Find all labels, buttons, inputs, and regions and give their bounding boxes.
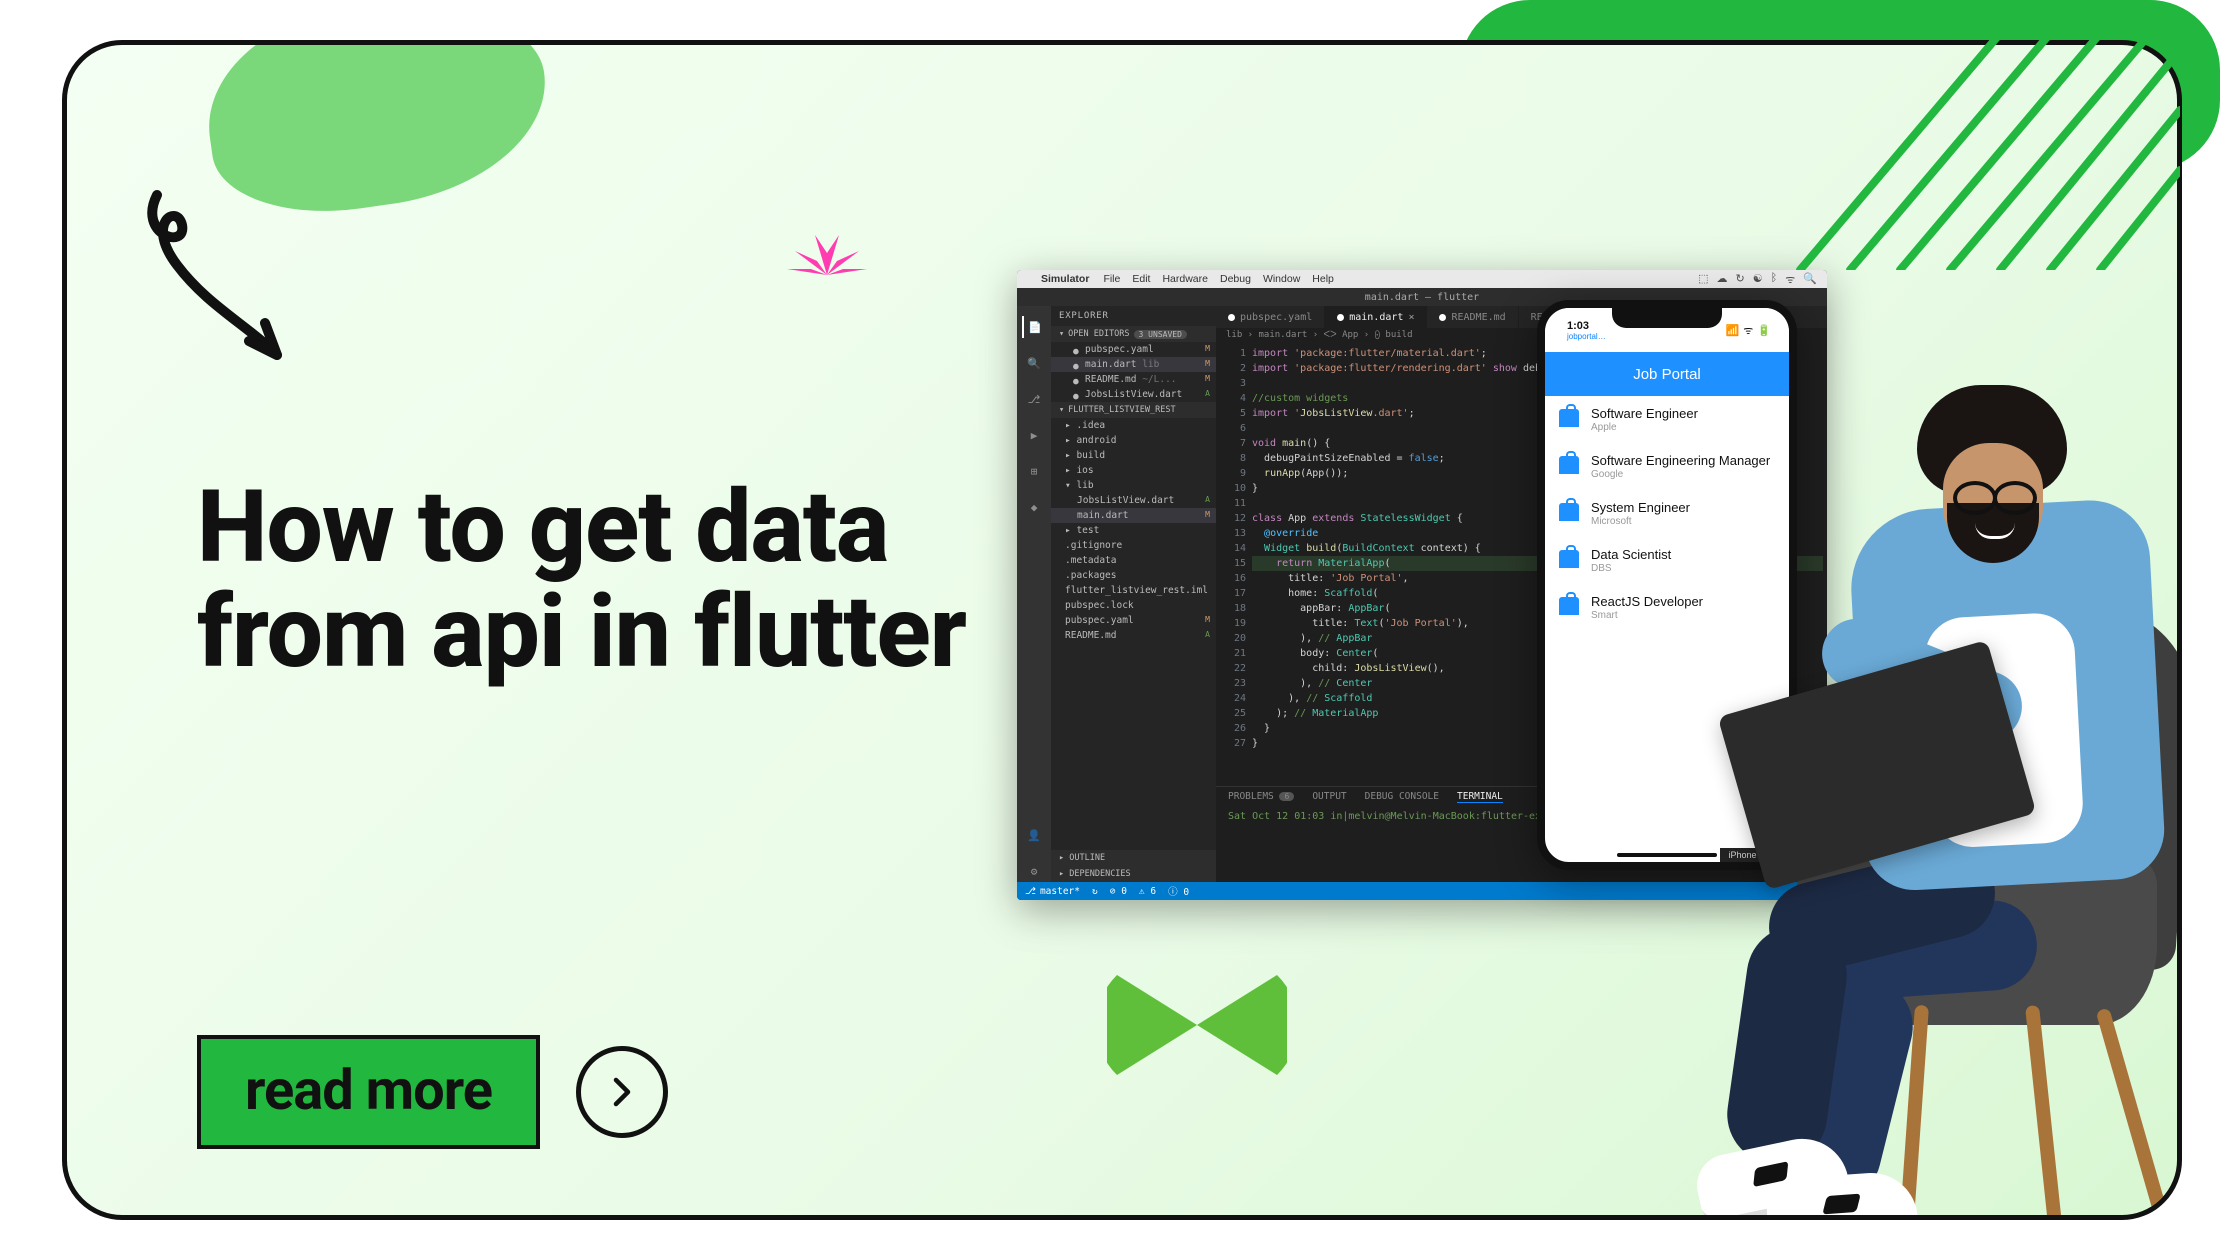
person-illustration	[1607, 345, 2182, 1220]
outline-section[interactable]: ▸ OUTLINE	[1051, 850, 1216, 866]
menu-item[interactable]: Window	[1263, 273, 1300, 285]
debug-icon[interactable]: ▶	[1023, 424, 1045, 446]
settings-gear-icon[interactable]: ⚙	[1023, 860, 1045, 882]
tree-item[interactable]: main.dart	[1051, 508, 1216, 523]
source-control-icon[interactable]: ⎇	[1023, 388, 1045, 410]
error-count[interactable]: ⊘ 0	[1110, 886, 1127, 897]
project-header[interactable]: ▾FLUTTER_LISTVIEW_REST	[1051, 402, 1216, 418]
tree-item[interactable]: ▸ test	[1051, 523, 1216, 538]
signal-icon: 📶	[1726, 324, 1740, 337]
open-editor-item[interactable]: ●README.md ~/L...	[1051, 372, 1216, 387]
mac-menubar: Simulator File Edit Hardware Debug Window Hel…	[1017, 270, 1827, 288]
open-editors-list: ●pubspec.yaml●main.dart lib●README.md ~/…	[1051, 342, 1216, 402]
warning-count[interactable]: ⚠ 6	[1139, 886, 1156, 897]
tree-item[interactable]: JobsListView.dart	[1051, 493, 1216, 508]
hero-card: How to get data from api in flutter read…	[62, 40, 2182, 1220]
unsaved-badge: 3 UNSAVED	[1134, 330, 1187, 339]
phone-status-icons: 📶 ᯤ 🔋	[1726, 323, 1771, 338]
editor-tab[interactable]: main.dart×	[1325, 306, 1427, 328]
tree-item[interactable]: .gitignore	[1051, 538, 1216, 553]
dropbox-icon: ⬚	[1698, 272, 1708, 287]
briefcase-icon	[1559, 503, 1579, 521]
git-branch[interactable]: ⎇ master*	[1025, 886, 1080, 897]
phone-carrier: jobportal…	[1567, 332, 1606, 341]
tree-item[interactable]: flutter_listview_rest.iml	[1051, 583, 1216, 598]
menubar-status-icons: ⬚ ☁ ↻ ☯ ᛒ ᯤ 🔍	[1698, 272, 1817, 287]
curly-arrow-icon	[127, 175, 307, 375]
tree-item[interactable]: pubspec.lock	[1051, 598, 1216, 613]
menu-item[interactable]: File	[1103, 273, 1120, 285]
stage: How to get data from api in flutter read…	[0, 0, 2240, 1260]
hero-title-block: How to get data from api in flutter	[197, 475, 1017, 685]
bowtie-decoration	[1107, 965, 1287, 1085]
terminal-tab[interactable]: PROBLEMS 6	[1228, 791, 1294, 803]
file-tree: ▸ .idea▸ android▸ build▸ ios▾ libJobsLis…	[1051, 418, 1216, 850]
menu-item[interactable]: Help	[1312, 273, 1334, 285]
wifi-icon: ᯤ	[1743, 323, 1753, 338]
terminal-tab[interactable]: OUTPUT	[1312, 791, 1346, 803]
tree-item[interactable]: .metadata	[1051, 553, 1216, 568]
dependencies-section[interactable]: ▸ DEPENDENCIES	[1051, 866, 1216, 882]
tree-item[interactable]: ▾ lib	[1051, 478, 1216, 493]
tree-item[interactable]: .packages	[1051, 568, 1216, 583]
activity-bar: 📄 🔍 ⎇ ▶ ⊞ ◆ 👤 ⚙	[1017, 306, 1051, 882]
menubar-app-name: Simulator	[1041, 273, 1089, 285]
read-more-button[interactable]: read more	[197, 1035, 540, 1149]
briefcase-icon	[1559, 550, 1579, 568]
search-icon[interactable]: 🔍	[1023, 352, 1045, 374]
menu-item[interactable]: Edit	[1132, 273, 1150, 285]
terminal-tab[interactable]: DEBUG CONSOLE	[1365, 791, 1439, 803]
info-count[interactable]: ⓘ 0	[1168, 884, 1189, 898]
menu-item[interactable]: Hardware	[1162, 273, 1208, 285]
explorer-icon[interactable]: 📄	[1022, 316, 1044, 338]
phone-time: 1:03	[1567, 320, 1606, 332]
updates-icon: ↻	[1736, 272, 1745, 287]
briefcase-icon	[1559, 597, 1579, 615]
cloud-icon: ☁	[1717, 272, 1728, 287]
open-editor-item[interactable]: ●pubspec.yaml	[1051, 342, 1216, 357]
battery-icon: 🔋	[1757, 324, 1771, 337]
vscode-title: main.dart — flutter	[1365, 292, 1479, 303]
cta-group: read more	[197, 1035, 668, 1149]
account-icon[interactable]: 👤	[1023, 824, 1045, 846]
chevron-right-icon	[604, 1074, 640, 1110]
explorer-label: EXPLORER	[1051, 306, 1216, 326]
tree-item[interactable]: ▸ build	[1051, 448, 1216, 463]
terminal-tab[interactable]: TERMINAL	[1457, 791, 1503, 803]
open-editors-header[interactable]: ▾OPEN EDITORS 3 UNSAVED	[1051, 326, 1216, 342]
spotlight-icon: 🔍	[1803, 272, 1817, 287]
tree-item[interactable]: ▸ .idea	[1051, 418, 1216, 433]
explorer-sidebar: EXPLORER ▾OPEN EDITORS 3 UNSAVED ●pubspe…	[1051, 306, 1216, 882]
user-icon: ☯	[1753, 272, 1763, 287]
flutter-icon[interactable]: ◆	[1023, 496, 1045, 518]
briefcase-icon	[1559, 456, 1579, 474]
tree-item[interactable]: README.md	[1051, 628, 1216, 643]
open-editor-item[interactable]: ●JobsListView.dart	[1051, 387, 1216, 402]
menubar-items: File Edit Hardware Debug Window Help	[1103, 273, 1345, 285]
line-gutter: 1234567891011121314151617181920212223242…	[1216, 342, 1252, 786]
hero-title: How to get data from api in flutter	[197, 475, 1017, 685]
tree-item[interactable]: ▸ android	[1051, 433, 1216, 448]
open-editor-item[interactable]: ●main.dart lib	[1051, 357, 1216, 372]
editor-tab[interactable]: README.md	[1427, 306, 1518, 328]
sync-icon[interactable]: ↻	[1092, 886, 1098, 897]
tree-item[interactable]: pubspec.yaml	[1051, 613, 1216, 628]
wifi-icon: ᯤ	[1785, 272, 1795, 287]
extensions-icon[interactable]: ⊞	[1023, 460, 1045, 482]
menu-item[interactable]: Debug	[1220, 273, 1251, 285]
next-arrow-button[interactable]	[576, 1046, 668, 1138]
close-icon[interactable]: ×	[1408, 312, 1414, 323]
tree-item[interactable]: ▸ ios	[1051, 463, 1216, 478]
briefcase-icon	[1559, 409, 1579, 427]
sparkle-icon	[787, 225, 867, 275]
phone-notch	[1612, 306, 1722, 328]
editor-tab[interactable]: pubspec.yaml	[1216, 306, 1325, 328]
bluetooth-icon: ᛒ	[1771, 272, 1778, 287]
